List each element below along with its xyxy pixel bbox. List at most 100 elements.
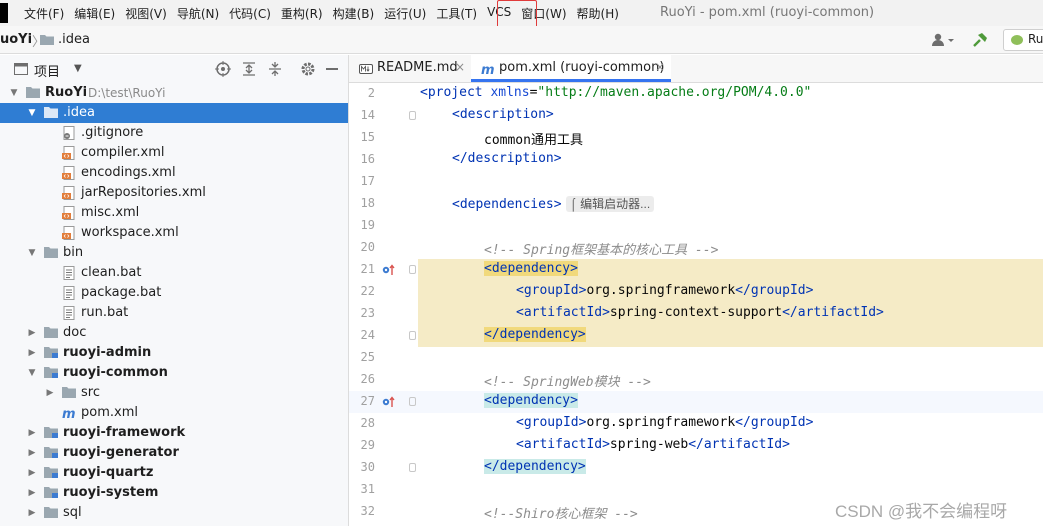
tree-item-misc-xml[interactable]: misc.xml bbox=[0, 203, 348, 223]
code-editor[interactable]: 2 <project xmlns="http://maven.apache.org… bbox=[349, 83, 1043, 526]
minimize-icon[interactable] bbox=[326, 68, 338, 70]
project-panel-title[interactable]: 项目 bbox=[34, 61, 60, 80]
chevron-right-icon[interactable]: ▶ bbox=[26, 423, 38, 443]
maven-icon: m bbox=[481, 62, 495, 76]
user-icon[interactable] bbox=[932, 33, 956, 47]
tree-item-gitignore[interactable]: .gitignore bbox=[0, 123, 348, 143]
editor-tab-readme[interactable]: README.md × bbox=[349, 55, 471, 82]
tree-item-idea[interactable]: ▼ .idea bbox=[0, 103, 348, 123]
chevron-right-icon[interactable]: ▶ bbox=[26, 343, 38, 363]
menu-item-7[interactable]: 运行(U) bbox=[384, 5, 426, 22]
code-line[interactable]: 15 common通用工具 bbox=[349, 127, 1043, 149]
tree-item-clean-bat[interactable]: clean.bat bbox=[0, 263, 348, 283]
menu-item-8[interactable]: 工具(T) bbox=[436, 5, 477, 22]
close-icon[interactable]: × bbox=[455, 60, 465, 74]
gear-icon[interactable] bbox=[300, 61, 316, 77]
xml-file-icon bbox=[62, 186, 76, 200]
override-marker-icon[interactable] bbox=[382, 396, 396, 408]
tree-item-ruoyi-system[interactable]: ▶ ruoyi-system bbox=[0, 483, 348, 503]
editor-tab-pom-xml[interactable]: m pom.xml (ruoyi-common) × bbox=[471, 55, 671, 82]
fold-marker-icon[interactable] bbox=[409, 331, 416, 340]
tree-item-doc[interactable]: ▶ doc bbox=[0, 323, 348, 343]
tree-item-bin[interactable]: ▼ bin bbox=[0, 243, 348, 263]
tree-item-pom-xml[interactable]: m pom.xml bbox=[0, 403, 348, 423]
chevron-right-icon[interactable]: ▶ bbox=[26, 503, 38, 523]
code-line[interactable]: 2 <project xmlns="http://maven.apache.org… bbox=[349, 83, 1043, 105]
edit-starters-inlay-hint[interactable]: ⌠ 编辑启动器... bbox=[565, 196, 655, 212]
chevron-down-icon[interactable]: ▼ bbox=[26, 243, 38, 263]
breadcrumb-project[interactable]: uoYi bbox=[0, 32, 32, 47]
tree-item-jarrepositories-xml[interactable]: jarRepositories.xml bbox=[0, 183, 348, 203]
code-line[interactable]: 23 <artifactId>spring-context-support</ar… bbox=[349, 303, 1043, 325]
override-marker-icon[interactable] bbox=[382, 264, 396, 276]
tree-item-encodings-xml[interactable]: encodings.xml bbox=[0, 163, 348, 183]
code-token: </groupId> bbox=[735, 415, 814, 430]
code-line[interactable]: 19 bbox=[349, 215, 1043, 237]
menu-item-4[interactable]: 代码(C) bbox=[229, 5, 271, 22]
tree-item-ruoyi-generator[interactable]: ▶ ruoyi-generator bbox=[0, 443, 348, 463]
code-token: </groupId> bbox=[735, 283, 814, 298]
collapse-all-icon[interactable] bbox=[267, 61, 283, 77]
menu-item-1[interactable]: 编辑(E) bbox=[74, 5, 115, 22]
code-line[interactable]: 27 <dependency> bbox=[349, 391, 1043, 413]
menu-item-6[interactable]: 构建(B) bbox=[333, 5, 375, 22]
tree-item-run-bat[interactable]: run.bat bbox=[0, 303, 348, 323]
code-line[interactable]: 24 </dependency> bbox=[349, 325, 1043, 347]
fold-marker-icon[interactable] bbox=[409, 397, 416, 406]
code-line[interactable]: 17 bbox=[349, 171, 1043, 193]
chevron-down-icon[interactable]: ▼ bbox=[26, 363, 38, 383]
breadcrumb-idea[interactable]: .idea bbox=[58, 32, 90, 47]
code-line[interactable]: 18 <dependencies> ⌠ 编辑启动器... bbox=[349, 193, 1043, 215]
fold-marker-icon[interactable] bbox=[409, 463, 416, 472]
code-line[interactable]: 25 bbox=[349, 347, 1043, 369]
tree-item-ruoyi-quartz[interactable]: ▶ ruoyi-quartz bbox=[0, 463, 348, 483]
chevron-right-icon[interactable]: ▶ bbox=[44, 383, 56, 403]
code-line[interactable]: 30 </dependency> bbox=[349, 457, 1043, 479]
chevron-down-icon[interactable]: ▼ bbox=[26, 103, 38, 123]
code-line[interactable]: 28 <groupId>org.springframework</groupId> bbox=[349, 413, 1043, 435]
code-text: </dependency> bbox=[484, 459, 586, 474]
expand-all-icon[interactable] bbox=[241, 61, 257, 77]
tree-item-package-bat[interactable]: package.bat bbox=[0, 283, 348, 303]
menu-item-5[interactable]: 重构(R) bbox=[281, 5, 323, 22]
run-configuration-selector[interactable]: Ru bbox=[1003, 29, 1043, 51]
tree-item-ruoyi-framework[interactable]: ▶ ruoyi-framework bbox=[0, 423, 348, 443]
code-line[interactable]: 16 </description> bbox=[349, 149, 1043, 171]
tree-item-label: ruoyi-system bbox=[63, 485, 159, 500]
code-text: </dependency> bbox=[484, 327, 586, 342]
close-icon[interactable]: × bbox=[655, 60, 665, 74]
chevron-down-icon[interactable]: ▼ bbox=[74, 63, 82, 74]
code-line[interactable]: 14 <description> bbox=[349, 105, 1043, 127]
tree-item-ruoyi[interactable]: ▼ RuoYi D:\test\RuoYi bbox=[0, 83, 348, 103]
locate-target-icon[interactable] bbox=[215, 61, 231, 77]
code-line[interactable]: 22 <groupId>org.springframework</groupId> bbox=[349, 281, 1043, 303]
tree-item-path: D:\test\RuoYi bbox=[88, 86, 166, 100]
chevron-right-icon[interactable]: ▶ bbox=[26, 483, 38, 503]
chevron-right-icon[interactable]: ▶ bbox=[26, 323, 38, 343]
code-line[interactable]: 21 <dependency> bbox=[349, 259, 1043, 281]
code-token: <groupId> bbox=[516, 415, 587, 430]
fold-marker-icon[interactable] bbox=[409, 265, 416, 274]
chevron-right-icon[interactable]: ▶ bbox=[26, 443, 38, 463]
tree-item-sql[interactable]: ▶ sql bbox=[0, 503, 348, 523]
code-text: <!--Shiro核心框架 --> bbox=[484, 503, 638, 522]
tree-item-src[interactable]: ▶ src bbox=[0, 383, 348, 403]
chevron-down-icon[interactable]: ▼ bbox=[8, 83, 20, 103]
tree-item-workspace-xml[interactable]: workspace.xml bbox=[0, 223, 348, 243]
menu-item-0[interactable]: 文件(F) bbox=[24, 5, 64, 22]
code-text: <description> bbox=[452, 107, 554, 122]
code-line[interactable]: 29 <artifactId>spring-web</artifactId> bbox=[349, 435, 1043, 457]
tree-item-compiler-xml[interactable]: compiler.xml bbox=[0, 143, 348, 163]
tree-item-ruoyi-common[interactable]: ▼ ruoyi-common bbox=[0, 363, 348, 383]
hammer-icon[interactable] bbox=[972, 32, 988, 48]
code-token: spring-context-support bbox=[609, 305, 783, 320]
fold-marker-icon[interactable] bbox=[409, 111, 416, 120]
code-line[interactable]: 26 <!-- SpringWeb模块 --> bbox=[349, 369, 1043, 391]
menu-item-2[interactable]: 视图(V) bbox=[125, 5, 167, 22]
tree-item-ruoyi-admin[interactable]: ▶ ruoyi-admin bbox=[0, 343, 348, 363]
chevron-right-icon[interactable]: ▶ bbox=[26, 463, 38, 483]
maven-icon: m bbox=[62, 406, 76, 420]
menu-item-11[interactable]: 帮助(H) bbox=[577, 5, 619, 22]
code-line[interactable]: 20 <!-- Spring框架基本的核心工具 --> bbox=[349, 237, 1043, 259]
menu-item-3[interactable]: 导航(N) bbox=[177, 5, 219, 22]
